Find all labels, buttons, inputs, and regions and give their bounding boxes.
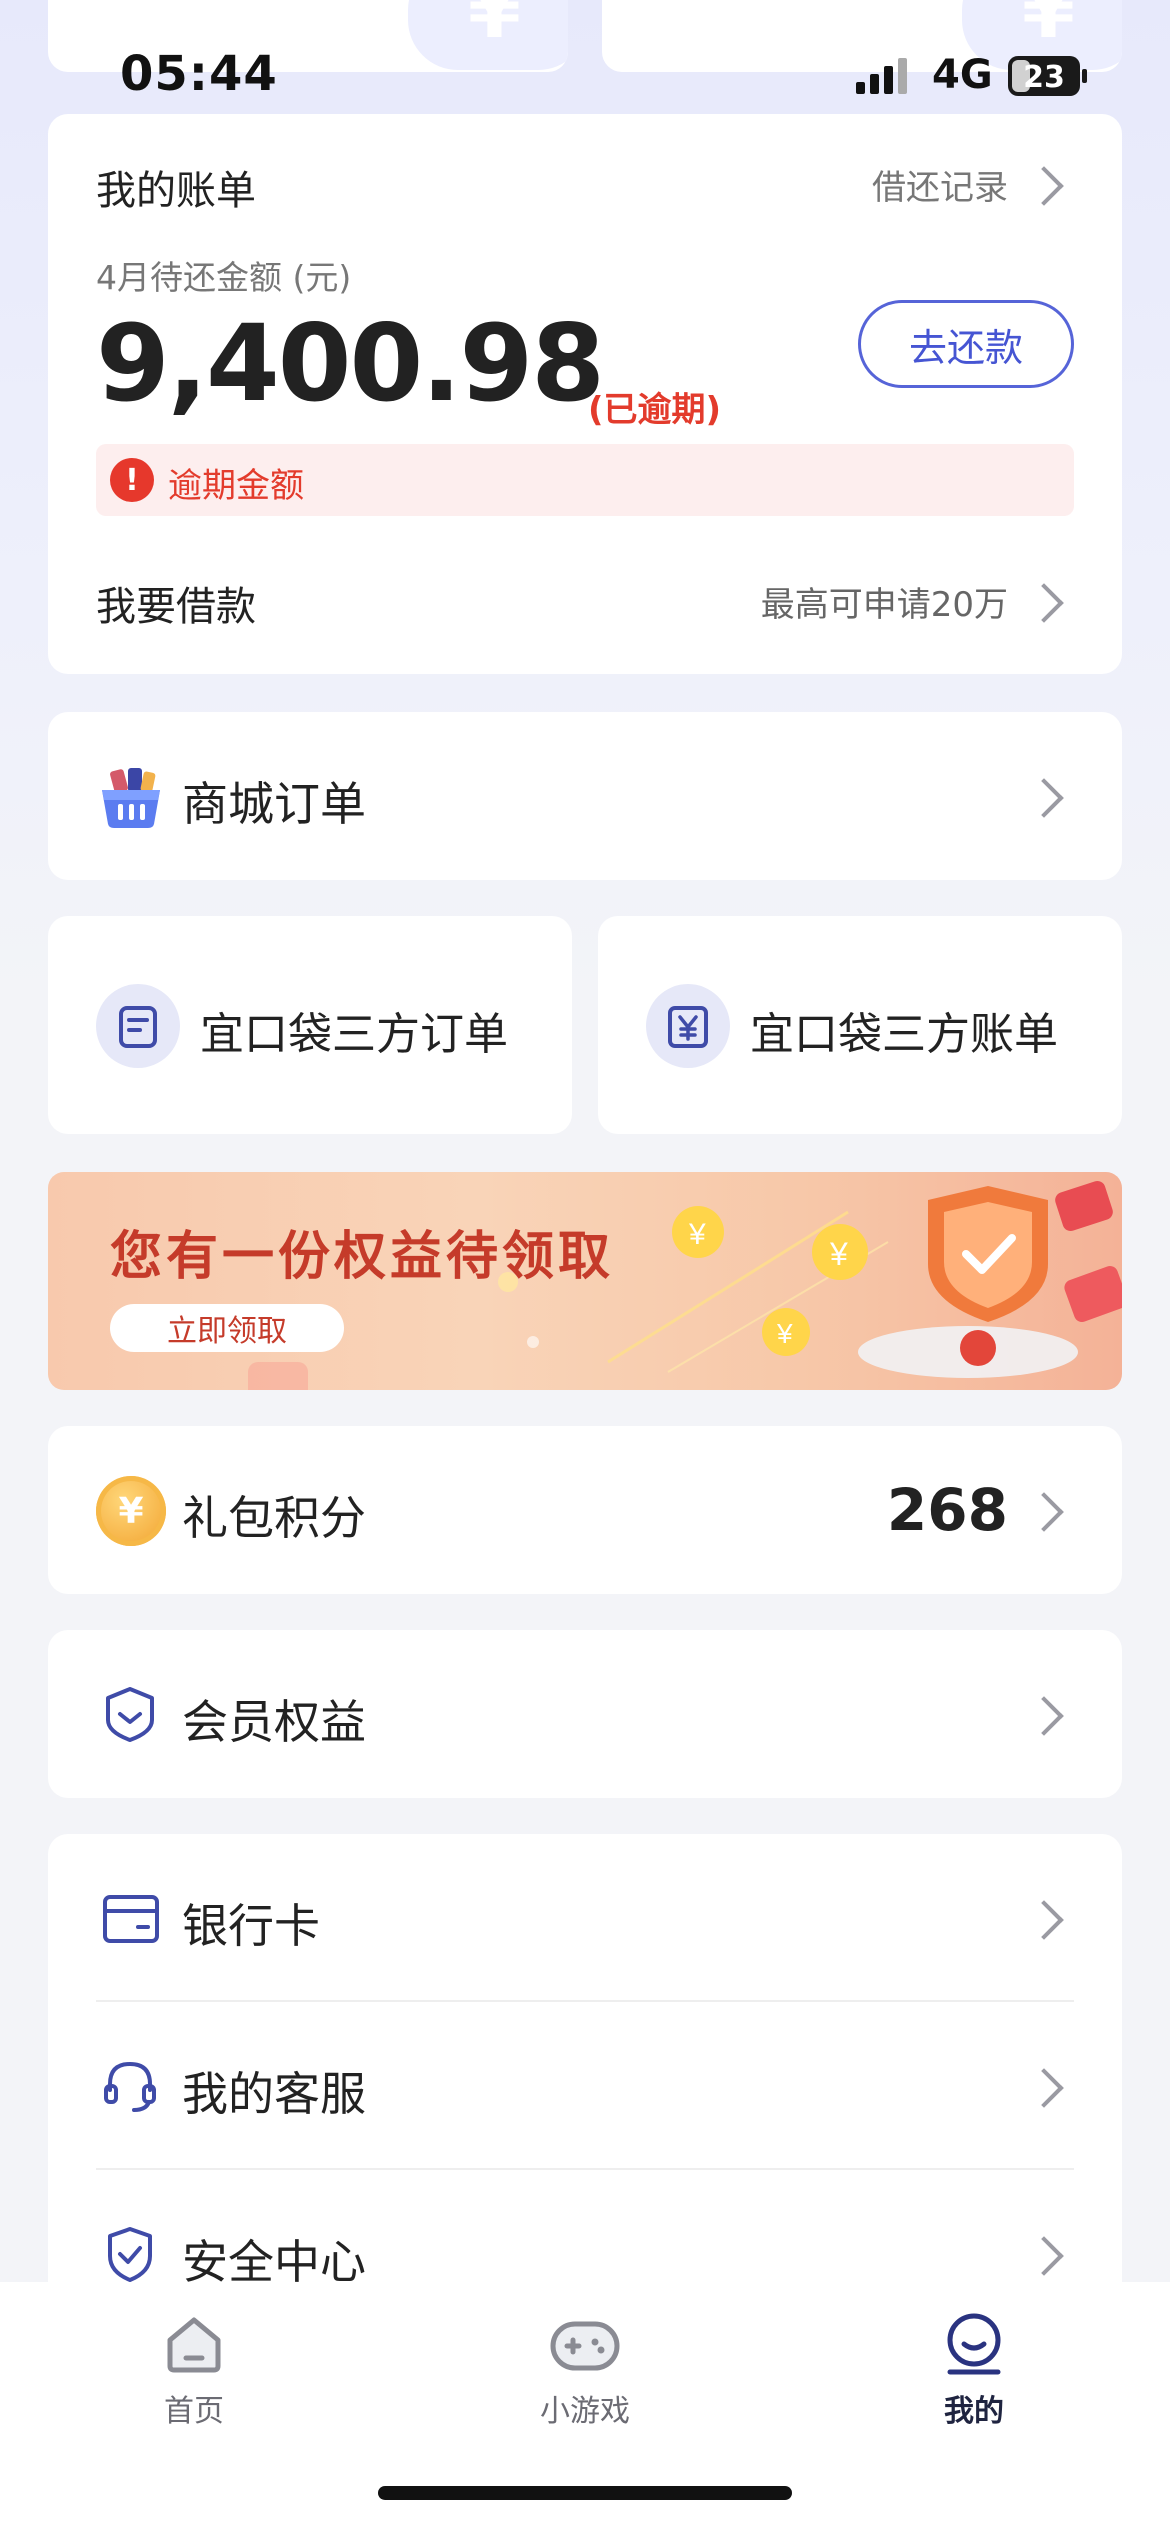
banner-title: 您有一份权益待领取 [110,1227,615,1287]
coin-icon: ¥ [96,1476,166,1546]
svg-text:¥: ¥ [776,1318,793,1349]
chevron-right-icon [1024,2068,1064,2108]
chevron-right-icon [1024,1696,1064,1736]
overdue-warning-text: 逾期金额 [168,466,304,506]
borrow-limit-link[interactable]: 最高可申请20万 [761,577,1008,626]
list-item-bank-card[interactable]: 银行卡 [48,1834,1122,2002]
overdue-tag: (已逾期) [588,390,722,430]
network-type: 4G [932,52,993,98]
chevron-right-icon [1024,166,1064,206]
due-amount-label: 4月待还金额 (元) [96,258,352,297]
yen-icon: ¥ [468,0,521,55]
home-icon [167,2317,221,2373]
third-party-order-label: 宜口袋三方订单 [200,1009,508,1060]
loan-history-link[interactable]: 借还记录 [872,160,1008,209]
settings-list: 银行卡 我的客服 安全中心 [48,1834,1122,2354]
svg-text:¥: ¥ [829,1236,848,1272]
membership-badge-icon [106,1687,154,1742]
list-item-label: 我的客服 [182,2067,366,2121]
tab-label: 首页 [164,2394,224,2429]
svg-text:¥: ¥ [688,1218,706,1251]
tab-home[interactable]: 首页 [94,2312,294,2432]
borrow-title[interactable]: 我要借款 [96,574,256,632]
chevron-right-icon [1024,583,1064,623]
list-item-label: 银行卡 [182,1899,320,1953]
yen-bill-icon [646,984,730,1068]
bill-card: 我的账单 借还记录 4月待还金额 (元) 9,400.98 (已逾期) 去还款 … [48,114,1122,674]
shopping-basket-icon [102,768,160,828]
claim-button[interactable]: 立即领取 [110,1304,344,1352]
membership-row[interactable]: 会员权益 [48,1630,1122,1798]
chevron-right-icon [1024,1900,1064,1940]
list-item-customer-service[interactable]: 我的客服 [48,2002,1122,2170]
chevron-right-icon [1024,1492,1064,1532]
membership-label: 会员权益 [182,1695,366,1749]
tab-mini-games[interactable]: 小游戏 [485,2312,685,2432]
benefit-banner[interactable]: ¥ ¥ ¥ 您有一份权益待领取 立即领取 [48,1172,1122,1390]
bank-card-icon [103,1895,159,1943]
gift-points-value: 268 [886,1476,1008,1544]
repay-button[interactable]: 去还款 [858,300,1074,388]
status-time: 05:44 [120,46,278,102]
mall-order-row[interactable]: 商城订单 [48,712,1122,880]
yen-icon: ¥ [1022,0,1075,55]
mall-order-label: 商城订单 [182,777,366,831]
tab-label: 小游戏 [540,2394,630,2429]
tab-profile[interactable]: 我的 [874,2312,1074,2432]
shield-check-icon [108,2227,152,2282]
battery-percent: 23 [1023,60,1065,95]
signal-icon [856,58,916,94]
third-party-bill-label: 宜口袋三方账单 [750,1009,1058,1060]
overdue-warning[interactable]: ! 逾期金额 [96,444,1074,516]
order-doc-icon [96,984,180,1068]
gift-points-row[interactable]: ¥ 礼包积分 268 [48,1426,1122,1594]
home-indicator [378,2486,792,2500]
bill-title: 我的账单 [96,168,256,214]
third-party-bill-card[interactable]: 宜口袋三方账单 [598,916,1122,1134]
alert-icon: ! [110,458,154,502]
headset-icon [104,2061,156,2112]
due-amount: 9,400.98 [96,302,605,425]
gift-points-label: 礼包积分 [182,1491,366,1545]
gamepad-icon [550,2321,620,2371]
chevron-right-icon [1024,2236,1064,2276]
third-party-order-card[interactable]: 宜口袋三方订单 [48,916,572,1134]
battery-icon: 23 [1008,56,1087,96]
tab-label: 我的 [944,2394,1004,2429]
profile-icon [947,2313,1001,2375]
chevron-right-icon [1024,778,1064,818]
